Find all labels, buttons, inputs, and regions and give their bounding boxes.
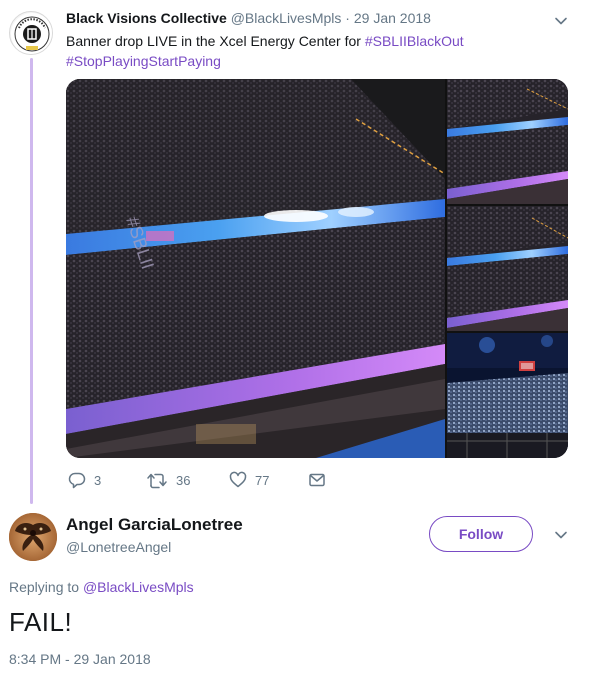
author-name[interactable]: Black Visions Collective bbox=[66, 10, 227, 26]
separator-dot: · bbox=[345, 10, 350, 26]
media-photo-thumb-1[interactable] bbox=[447, 79, 568, 204]
retweet-button[interactable]: 36 bbox=[146, 471, 190, 489]
like-icon bbox=[229, 471, 247, 489]
replying-to: Replying to @BlackLivesMpls bbox=[9, 579, 194, 595]
reply-count: 3 bbox=[94, 472, 102, 488]
author-handle[interactable]: @BlackLivesMpls bbox=[231, 10, 342, 26]
author-name[interactable]: Angel GarciaLonetree bbox=[66, 515, 243, 535]
media-grid: #SBLII bbox=[66, 79, 568, 458]
avatar[interactable] bbox=[9, 11, 53, 55]
mention-link[interactable]: @BlackLivesMpls bbox=[83, 579, 194, 595]
tweet-text-body: Banner drop LIVE in the Xcel Energy Cent… bbox=[66, 33, 365, 49]
tweet-header: Black Visions Collective @BlackLivesMpls… bbox=[66, 10, 431, 26]
tweet-date[interactable]: 29 Jan 2018 bbox=[354, 10, 431, 26]
author-handle[interactable]: @LonetreeAngel bbox=[66, 539, 171, 555]
reply-icon bbox=[68, 471, 86, 489]
media-photo-main[interactable]: #SBLII bbox=[66, 79, 445, 458]
tweet-text: Banner drop LIVE in the Xcel Energy Cent… bbox=[66, 31, 566, 71]
message-button[interactable] bbox=[308, 471, 326, 489]
retweet-count: 36 bbox=[176, 472, 191, 488]
media-photo-thumb-2[interactable] bbox=[447, 206, 568, 331]
hashtag-link[interactable]: #SBLIIBlackOut bbox=[365, 33, 464, 49]
like-button[interactable]: 77 bbox=[229, 471, 269, 489]
replying-prefix: Replying to bbox=[9, 579, 83, 595]
tweet-text: FAIL! bbox=[9, 607, 73, 637]
more-caret-icon[interactable] bbox=[554, 528, 568, 542]
like-count: 77 bbox=[255, 472, 270, 488]
avatar[interactable] bbox=[9, 513, 57, 561]
thread-line bbox=[30, 58, 33, 504]
reply-button[interactable]: 3 bbox=[68, 471, 101, 489]
message-icon bbox=[308, 471, 326, 489]
media-photo-thumb-3[interactable] bbox=[447, 333, 568, 458]
retweet-icon bbox=[146, 471, 168, 489]
tweet-timestamp[interactable]: 8:34 PM - 29 Jan 2018 bbox=[9, 651, 151, 667]
hashtag-link[interactable]: #StopPlayingStartPaying bbox=[66, 53, 221, 69]
follow-button[interactable]: Follow bbox=[429, 516, 533, 552]
more-caret-icon[interactable] bbox=[554, 14, 568, 28]
